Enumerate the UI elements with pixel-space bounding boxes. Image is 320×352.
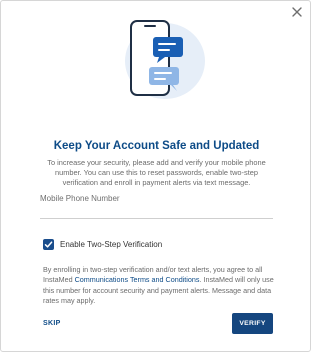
verify-phone-dialog: Keep Your Account Safe and Updated To in… xyxy=(0,0,311,352)
terms-link[interactable]: Communications Terms and Conditions xyxy=(75,275,200,284)
phone-chat-illustration xyxy=(125,20,205,99)
check-icon xyxy=(44,240,53,248)
close-icon[interactable] xyxy=(291,6,303,18)
two-step-label: Enable Two-Step Verification xyxy=(60,239,163,249)
dialog-title: Keep Your Account Safe and Updated xyxy=(53,140,260,152)
two-step-checkbox[interactable] xyxy=(43,238,54,250)
mobile-phone-input[interactable] xyxy=(40,177,273,219)
phone-field xyxy=(40,177,273,221)
skip-button[interactable]: SKIP xyxy=(43,320,61,327)
two-step-toggle[interactable]: Enable Two-Step Verification xyxy=(43,238,162,250)
verify-button[interactable]: VERIFY xyxy=(232,313,273,334)
legal-notice: By enrolling in two-step verification an… xyxy=(43,265,278,307)
